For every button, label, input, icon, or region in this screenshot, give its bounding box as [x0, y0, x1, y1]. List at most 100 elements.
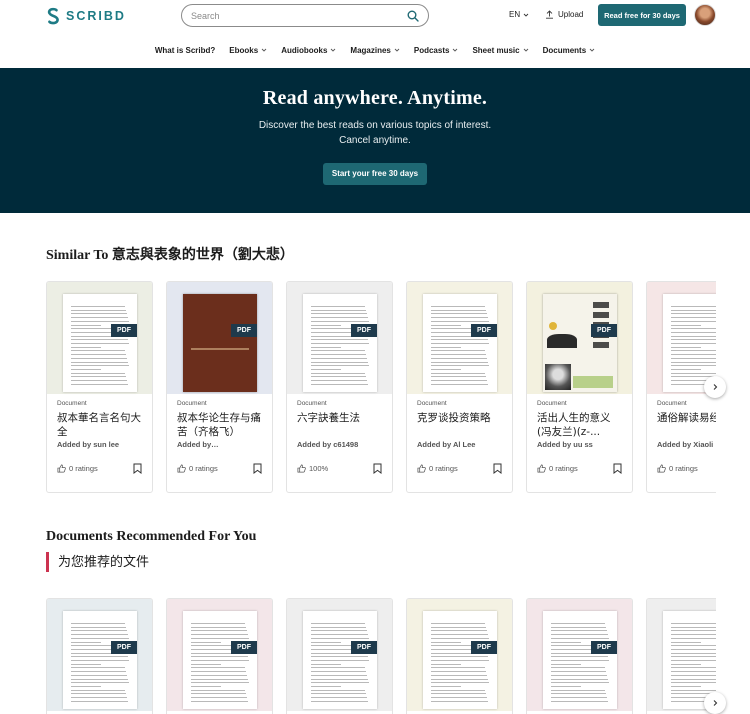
document-type-label: Document	[297, 400, 327, 407]
document-card[interactable]: PDF	[166, 598, 273, 714]
text-line	[431, 354, 486, 356]
nav-item-label: Documents	[542, 45, 587, 55]
document-thumbnail[interactable]: PDF	[527, 282, 632, 394]
nav-item-label: What is Scribd?	[154, 45, 216, 55]
text-line	[71, 376, 126, 378]
text-line	[191, 656, 248, 658]
document-title[interactable]: 六字訣養生法	[297, 411, 382, 439]
text-line	[71, 372, 125, 374]
search-input[interactable]	[191, 10, 391, 21]
bookmark-icon[interactable]	[253, 463, 262, 474]
document-title[interactable]: 活出人生的意义(冯友兰)(z-...	[537, 411, 622, 439]
nav-item[interactable]: Documents	[536, 40, 603, 60]
document-author[interactable]: Added by Xiaoli	[657, 440, 716, 449]
text-line	[431, 357, 487, 359]
search-icon[interactable]	[407, 10, 419, 22]
document-thumbnail[interactable]	[647, 282, 716, 394]
nav-item[interactable]: Audiobooks	[274, 40, 343, 60]
document-thumbnail[interactable]	[647, 599, 716, 711]
text-line	[311, 623, 365, 624]
text-line	[311, 682, 369, 684]
rating-label: 0 ratings	[669, 464, 698, 473]
text-line	[311, 641, 341, 643]
text-line	[431, 376, 486, 378]
text-line	[191, 641, 221, 643]
text-line	[671, 667, 716, 669]
text-line	[71, 357, 127, 359]
document-card[interactable]: PDF	[46, 598, 153, 714]
document-author[interactable]: Added by uu ss	[537, 440, 622, 449]
document-title[interactable]: 叔本华论生存与痛苦（齐格飞）	[177, 411, 262, 439]
text-line	[671, 354, 716, 356]
pdf-badge: PDF	[351, 324, 377, 337]
document-type-label: Document	[537, 400, 567, 407]
text-line	[71, 383, 128, 385]
text-line	[551, 641, 581, 643]
text-line	[671, 637, 716, 639]
text-line	[431, 678, 488, 680]
text-line	[671, 372, 716, 374]
document-thumbnail[interactable]: PDF	[407, 599, 512, 711]
text-line	[671, 306, 716, 307]
document-card[interactable]: PDF Document 叔本华论生存与痛苦（齐格飞） Added by… 0 rati…	[166, 281, 273, 493]
document-card[interactable]: PDF	[286, 598, 393, 714]
similar-next-button[interactable]	[704, 376, 726, 398]
text-line	[431, 674, 487, 676]
text-line	[671, 671, 716, 673]
bookmark-icon[interactable]	[493, 463, 502, 474]
recommended-next-button[interactable]	[704, 692, 726, 714]
document-card[interactable]: PDF Document 活出人生的意义(冯友兰)(z-... Added by uu…	[526, 281, 633, 493]
document-title[interactable]: 克罗谈投资策略	[417, 411, 502, 439]
text-line	[431, 663, 461, 665]
nav-item[interactable]: Ebooks	[222, 40, 274, 60]
nav-item[interactable]: Podcasts	[407, 40, 466, 60]
nav-item[interactable]: Magazines	[343, 40, 406, 60]
card-footer: 0 ratings	[57, 463, 142, 474]
text-line	[71, 663, 101, 665]
bookmark-icon[interactable]	[133, 463, 142, 474]
document-author[interactable]: Added by c61498	[297, 440, 382, 449]
document-card[interactable]: PDF	[406, 598, 513, 714]
document-card[interactable]: PDF Document 克罗谈投资策略 Added by Al Lee 0 ratin…	[406, 281, 513, 493]
text-line	[671, 663, 701, 665]
read-free-button[interactable]: Read free for 30 days	[598, 4, 686, 26]
upload-button[interactable]: Upload	[545, 10, 583, 19]
document-card[interactable]: PDF Document 叔本華名言名句大全 Added by sun lee 0 ra…	[46, 281, 153, 493]
document-thumbnail[interactable]: PDF	[527, 599, 632, 711]
document-card[interactable]: PDF Document 六字訣養生法 Added by c61498 100%	[286, 281, 393, 493]
document-thumbnail[interactable]: PDF	[287, 599, 392, 711]
nav-item[interactable]: What is Scribd?	[148, 40, 222, 60]
book-cover	[183, 294, 257, 392]
bookmark-icon[interactable]	[613, 463, 622, 474]
text-line	[311, 372, 365, 374]
document-author[interactable]: Added by…	[177, 440, 262, 449]
start-free-trial-button[interactable]: Start your free 30 days	[323, 163, 427, 185]
document-card[interactable]: PDF	[526, 598, 633, 714]
document-title[interactable]: 通俗解读易经	[657, 411, 716, 439]
page-fold	[423, 294, 433, 304]
text-line	[671, 674, 716, 676]
rating: 0 ratings	[57, 464, 98, 473]
document-thumbnail[interactable]: PDF	[47, 282, 152, 394]
text-line	[671, 365, 716, 367]
document-thumbnail[interactable]: PDF	[47, 599, 152, 711]
search-bar[interactable]	[181, 4, 429, 27]
document-thumbnail[interactable]: PDF	[407, 282, 512, 394]
chevron-down-icon	[523, 48, 528, 52]
text-line	[191, 634, 248, 636]
page-fold	[423, 611, 433, 621]
document-thumbnail[interactable]: PDF	[167, 599, 272, 711]
document-thumbnail[interactable]: PDF	[287, 282, 392, 394]
document-author[interactable]: Added by Al Lee	[417, 440, 502, 449]
bookmark-icon[interactable]	[373, 463, 382, 474]
document-author[interactable]: Added by sun lee	[57, 440, 142, 449]
user-avatar[interactable]	[694, 4, 716, 26]
document-thumbnail[interactable]: PDF	[167, 282, 272, 394]
scribd-logo[interactable]: SCRIBD	[46, 7, 126, 25]
document-title[interactable]: 叔本華名言名句大全	[57, 411, 142, 439]
nav-item[interactable]: Sheet music	[465, 40, 535, 60]
text-line	[431, 682, 489, 684]
page-fold	[183, 611, 193, 621]
language-selector[interactable]: EN	[509, 10, 529, 19]
text-line	[71, 667, 125, 669]
